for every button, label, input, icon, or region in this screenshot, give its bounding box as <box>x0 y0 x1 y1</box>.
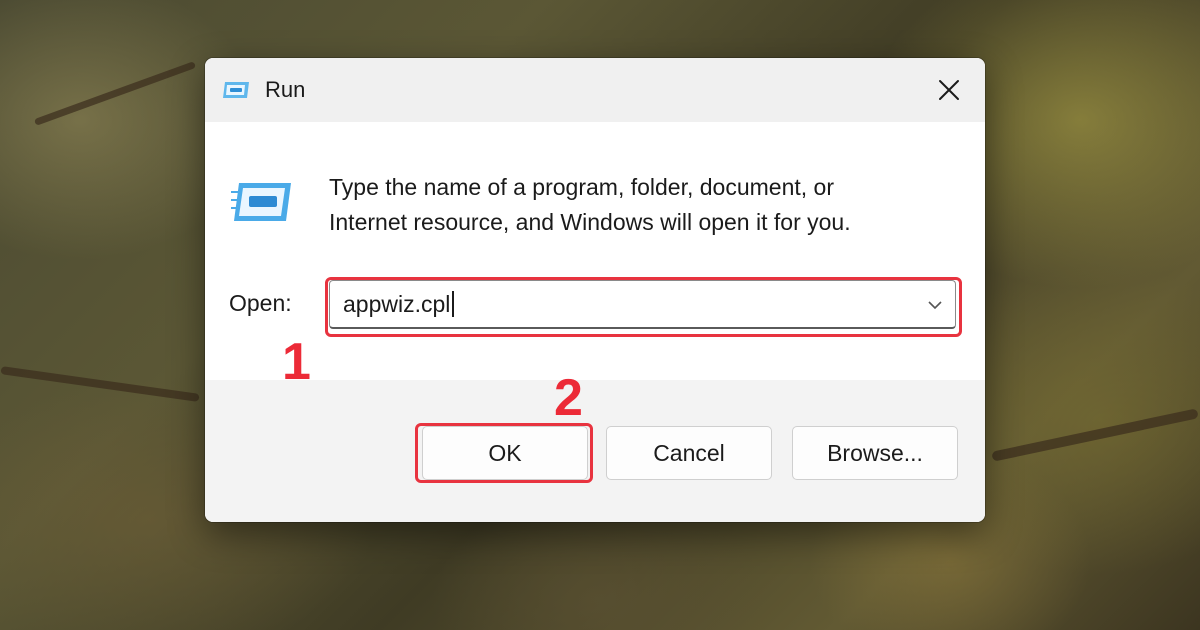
run-icon <box>223 82 249 98</box>
step-2-label: 2 <box>554 369 583 427</box>
open-label: Open: <box>229 290 292 316</box>
step-1-label: 1 <box>282 333 311 391</box>
run-icon <box>231 183 291 221</box>
dialog-body: Type the name of a program, folder, docu… <box>205 122 985 380</box>
run-dialog: Run Type the name of a program, folder, … <box>205 58 985 522</box>
description-line: Type the name of a program, folder, docu… <box>329 174 835 200</box>
close-icon <box>939 80 959 100</box>
wallpaper-branch <box>33 61 197 126</box>
description-text: Type the name of a program, folder, docu… <box>329 170 949 240</box>
browse-button[interactable]: Browse... <box>792 426 958 480</box>
title-bar[interactable]: Run <box>205 58 985 122</box>
button-bar: OK Cancel Browse... <box>205 380 985 522</box>
wallpaper-branch <box>991 408 1199 462</box>
ok-button[interactable]: OK <box>422 426 588 480</box>
window-title: Run <box>265 77 306 102</box>
close-button[interactable] <box>913 58 985 122</box>
open-input[interactable]: appwiz.cpl <box>343 291 455 317</box>
wallpaper-branch <box>0 366 200 402</box>
description-line: Internet resource, and Windows will open… <box>329 209 851 235</box>
open-combobox[interactable]: appwiz.cpl <box>329 280 956 329</box>
chevron-down-icon[interactable] <box>925 295 945 315</box>
cancel-button[interactable]: Cancel <box>606 426 772 480</box>
